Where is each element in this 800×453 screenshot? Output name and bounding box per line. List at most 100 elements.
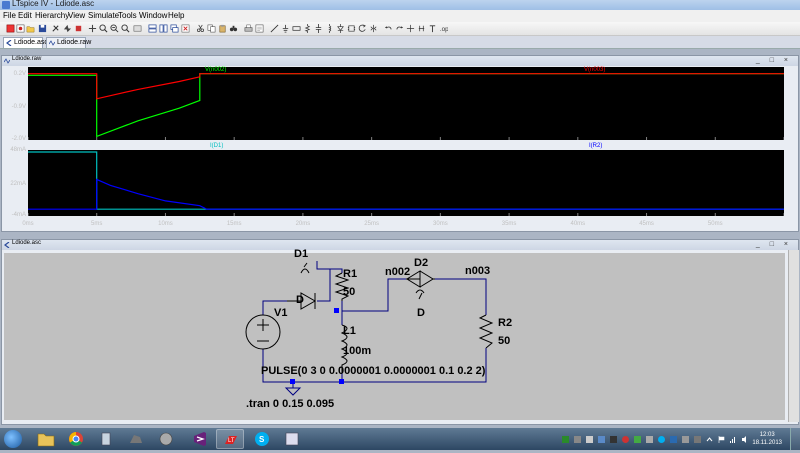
new-symbol-icon[interactable] bbox=[16, 24, 25, 33]
taskbar-skype[interactable]: S bbox=[248, 429, 276, 449]
control-panel-icon[interactable] bbox=[51, 24, 60, 33]
r1-value-label[interactable]: 50 bbox=[343, 286, 355, 298]
d1-label[interactable]: D1 bbox=[294, 248, 308, 260]
spice-directive-icon[interactable]: .op bbox=[439, 24, 448, 33]
taskbar-app[interactable] bbox=[152, 429, 180, 449]
tray-app-icon[interactable] bbox=[694, 436, 701, 443]
tray-expand-icon[interactable] bbox=[706, 436, 713, 443]
diode-icon[interactable] bbox=[336, 24, 345, 33]
net-label-n002[interactable]: n002 bbox=[385, 266, 410, 278]
undo-icon[interactable] bbox=[384, 24, 393, 33]
taskbar-visual-studio[interactable] bbox=[186, 429, 214, 449]
start-button[interactable] bbox=[4, 430, 22, 448]
network-icon[interactable] bbox=[730, 436, 737, 443]
resistor-icon[interactable] bbox=[303, 24, 312, 33]
v1-label[interactable]: V1 bbox=[274, 307, 287, 319]
taskbar-app[interactable] bbox=[278, 429, 306, 449]
trace-label-v-n002[interactable]: V(n002) bbox=[205, 67, 226, 73]
print-icon[interactable] bbox=[244, 24, 253, 33]
taskbar-app[interactable] bbox=[122, 429, 150, 449]
menu-window[interactable]: Window bbox=[139, 11, 167, 20]
taskbar-ltspice[interactable]: LT bbox=[216, 429, 244, 449]
window-controls[interactable]: _ □ × bbox=[756, 57, 792, 64]
menu-help[interactable]: Help bbox=[168, 11, 184, 20]
close-window-icon[interactable] bbox=[181, 24, 190, 33]
find-icon[interactable] bbox=[229, 24, 238, 33]
menu-edit[interactable]: Edit bbox=[18, 11, 32, 20]
ground-icon[interactable] bbox=[281, 24, 290, 33]
save-icon[interactable] bbox=[38, 24, 47, 33]
plot-pane-voltage[interactable] bbox=[28, 67, 784, 140]
tray-app-icon[interactable] bbox=[670, 436, 677, 443]
cascade-icon[interactable] bbox=[170, 24, 179, 33]
run-icon[interactable] bbox=[63, 24, 72, 33]
d2-label[interactable]: D2 bbox=[414, 257, 428, 269]
volume-icon[interactable] bbox=[742, 436, 749, 443]
autorange-icon[interactable] bbox=[133, 24, 142, 33]
tray-app-icon[interactable] bbox=[574, 436, 581, 443]
tile-horizontal-icon[interactable] bbox=[148, 24, 157, 33]
menu-view[interactable]: View bbox=[68, 11, 85, 20]
flag-icon[interactable] bbox=[718, 436, 725, 443]
vertical-scrollbar[interactable] bbox=[788, 250, 799, 422]
tray-app-icon[interactable] bbox=[658, 436, 665, 443]
l1-label[interactable]: L1 bbox=[343, 325, 356, 337]
d1-model-label[interactable]: D bbox=[296, 294, 304, 306]
taskbar-explorer[interactable] bbox=[32, 429, 60, 449]
tray-app-icon[interactable] bbox=[634, 436, 641, 443]
inductor-icon[interactable] bbox=[325, 24, 334, 33]
tray-app-icon[interactable] bbox=[682, 436, 689, 443]
zoom-out-icon[interactable] bbox=[110, 24, 119, 33]
label-net-icon[interactable] bbox=[292, 24, 301, 33]
r2-label[interactable]: R2 bbox=[498, 317, 512, 329]
plot-pane-current[interactable] bbox=[28, 150, 784, 216]
net-label-n003[interactable]: n003 bbox=[465, 265, 490, 277]
print-preview-icon[interactable] bbox=[255, 24, 264, 33]
wire-icon[interactable] bbox=[270, 24, 279, 33]
taskbar-chrome[interactable] bbox=[62, 429, 90, 449]
trace-label-i-d1[interactable]: I(D1) bbox=[210, 143, 223, 149]
new-schematic-icon[interactable] bbox=[6, 24, 15, 33]
tab-ldiode-asc[interactable]: Ldiode.asc bbox=[3, 37, 48, 48]
tran-directive[interactable]: .tran 0 0.15 0.095 bbox=[246, 398, 334, 410]
tray-app-icon[interactable] bbox=[586, 436, 593, 443]
capacitor-icon[interactable] bbox=[314, 24, 323, 33]
rotate-icon[interactable] bbox=[358, 24, 367, 33]
r1-label[interactable]: R1 bbox=[343, 268, 357, 280]
tray-app-icon[interactable] bbox=[622, 436, 629, 443]
tray-app-icon[interactable] bbox=[646, 436, 653, 443]
menu-simulate[interactable]: Simulate bbox=[88, 11, 119, 20]
show-desktop-button[interactable] bbox=[790, 428, 800, 450]
taskbar-app[interactable] bbox=[92, 429, 120, 449]
drag-icon[interactable] bbox=[417, 24, 426, 33]
redo-icon[interactable] bbox=[395, 24, 404, 33]
pulse-source-value[interactable]: PULSE(0 3 0 0.0000001 0.0000001 0.1 0.2 … bbox=[261, 365, 485, 377]
tray-app-icon[interactable] bbox=[610, 436, 617, 443]
menu-hierarchy[interactable]: Hierarchy bbox=[35, 11, 69, 20]
text-icon[interactable] bbox=[428, 24, 437, 33]
window-controls[interactable]: _ □ × bbox=[756, 241, 792, 248]
schematic-canvas[interactable]: D1 D R1 50 V1 L1 100m n002 D2 D n003 R2 … bbox=[4, 248, 785, 420]
zoom-in-icon[interactable] bbox=[99, 24, 108, 33]
component-icon[interactable] bbox=[347, 24, 356, 33]
tile-vertical-icon[interactable] bbox=[159, 24, 168, 33]
r2-value-label[interactable]: 50 bbox=[498, 335, 510, 347]
open-folder-icon[interactable] bbox=[26, 24, 35, 33]
pan-icon[interactable] bbox=[88, 24, 97, 33]
paste-icon[interactable] bbox=[218, 24, 227, 33]
cut-icon[interactable] bbox=[196, 24, 205, 33]
trace-label-v-n003[interactable]: V(n003) bbox=[584, 67, 605, 73]
tab-ldiode-raw[interactable]: Ldiode.raw bbox=[46, 37, 91, 48]
trace-label-i-r2[interactable]: I(R2) bbox=[589, 143, 602, 149]
menu-tools[interactable]: Tools bbox=[118, 11, 137, 20]
mirror-icon[interactable] bbox=[369, 24, 378, 33]
copy-icon[interactable] bbox=[207, 24, 216, 33]
tray-app-icon[interactable] bbox=[598, 436, 605, 443]
zoom-fit-icon[interactable] bbox=[121, 24, 130, 33]
move-icon[interactable] bbox=[406, 24, 415, 33]
taskbar-clock[interactable]: 12:03 18.11.2013 bbox=[752, 431, 782, 447]
tray-app-icon[interactable] bbox=[562, 436, 569, 443]
d2-model-label[interactable]: D bbox=[417, 307, 425, 319]
menu-file[interactable]: File bbox=[3, 11, 16, 20]
halt-icon[interactable] bbox=[74, 24, 83, 33]
